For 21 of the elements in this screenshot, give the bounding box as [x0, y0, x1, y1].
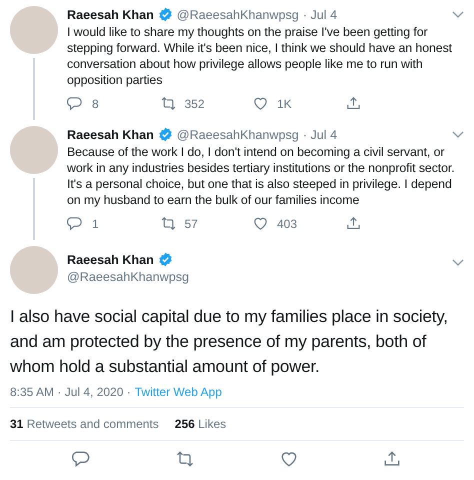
tweet-text: Because of the work I do, I don't intend on becoming a civil servant, or work in any industries besides tertiary institutions or the nonprofit sector. It's a personal choice, but one that is also steeped in privilege. I depend on my husband to earn the bulk of our families income: [67, 144, 456, 208]
like-count: 1K: [277, 96, 292, 110]
tweet-timestamp: 8:35 AM · Jul 4, 2020 ·: [10, 385, 131, 399]
like-count: 403: [277, 216, 298, 230]
author-handle[interactable]: @RaeesahKhanwpsg: [67, 270, 190, 284]
reply-count: 8: [92, 96, 99, 110]
tweet-date[interactable]: · Jul 4: [302, 128, 338, 142]
retweet-count: 57: [184, 216, 198, 230]
tweet-date[interactable]: · Jul 4: [302, 8, 338, 22]
reply-count: 1: [92, 216, 99, 230]
author-handle[interactable]: @RaeesahKhanwpsg: [176, 128, 299, 142]
tweet-text: I also have social capital due to my families place in society, and am protected by the presence of my parents, both of whom hold a substantial amount of power.: [9, 306, 449, 378]
author-name[interactable]: Raeesah Khan: [67, 252, 154, 266]
source-link[interactable]: Twitter Web App: [134, 385, 222, 399]
retweet-count: 352: [184, 96, 205, 110]
engagement-stat[interactable]: 31 Retweets and comments: [10, 417, 159, 431]
author-handle[interactable]: @RaeesahKhanwpsg: [176, 8, 299, 22]
author-name[interactable]: Raeesah Khan: [67, 8, 154, 22]
author-name[interactable]: Raeesah Khan: [67, 128, 154, 142]
tweet-text: I would like to share my thoughts on the praise I've been getting for stepping forward. While it's been nice, I think we should have an honest conversation about how privilege allows people like me to run with opposition parties: [67, 24, 454, 88]
engagement-stat[interactable]: 256 Likes: [174, 417, 226, 431]
